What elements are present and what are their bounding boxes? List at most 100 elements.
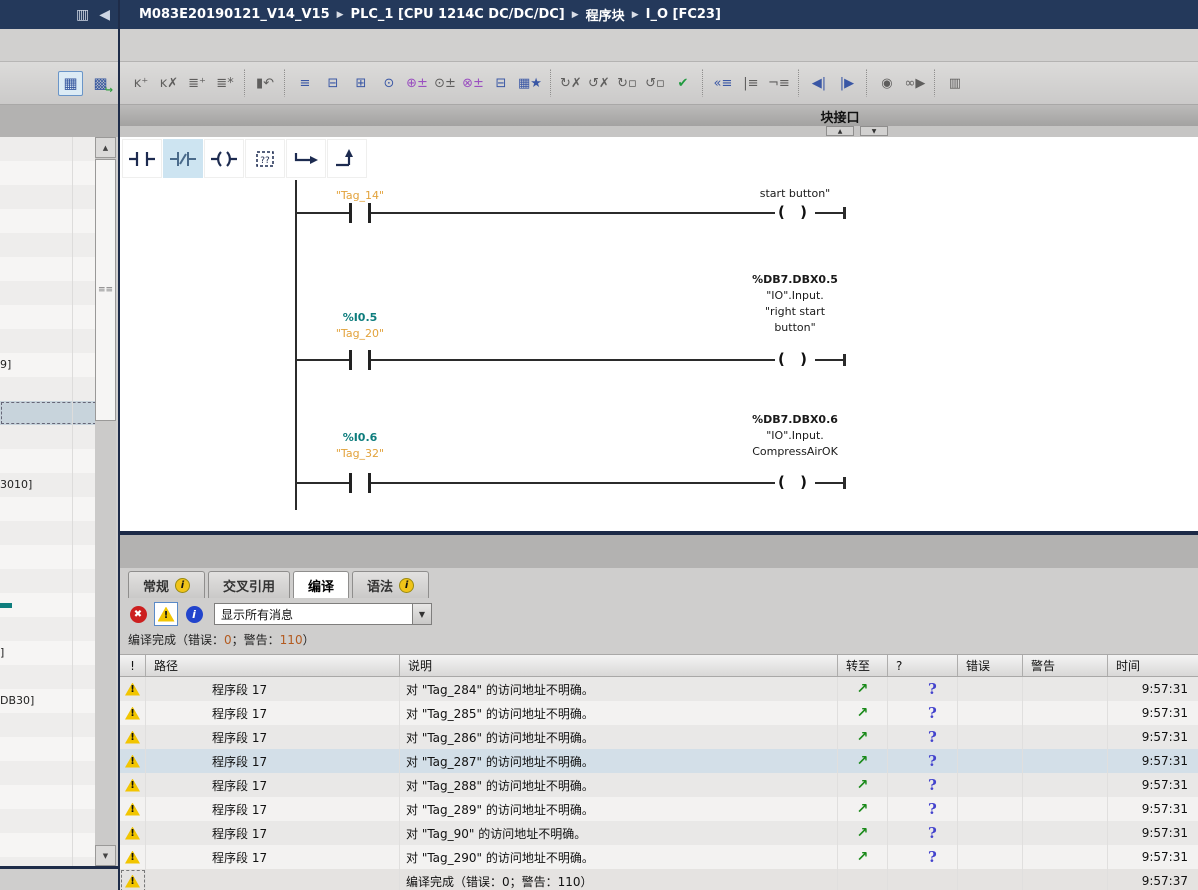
goto-arrow-icon[interactable]: ↗ [857,777,869,793]
nc-contact-icon[interactable] [163,139,203,178]
question-mark-icon[interactable]: ? [928,848,937,866]
message-row[interactable]: ! 编译完成（错误：0；警告：110） ↗ ? 9:57:37 [120,869,1198,890]
row-help-cell[interactable]: ? [888,701,958,725]
message-row[interactable]: ! 程序段 17 对 "Tag_288" 的访问地址不明确。 ↗ ? 9:57:… [120,773,1198,797]
coil-operand-label[interactable]: CompressAirOK [715,444,875,460]
toolbar-button[interactable]: ĸ⁺ [128,70,154,96]
tree-row[interactable] [0,569,97,593]
toolbar-button[interactable]: ⊙± [432,70,458,96]
toolbar-button[interactable] [934,69,936,97]
inspector-tab[interactable]: 交叉引用 [208,571,290,598]
coil-symbol[interactable]: ( ) [775,350,815,370]
tree-row[interactable] [0,497,97,521]
toolbar-button[interactable]: ĸ✗ [156,70,182,96]
toolbar-button[interactable]: ◀| [806,70,832,96]
row-goto-cell[interactable]: ↗ [838,869,888,890]
goto-arrow-icon[interactable]: ↗ [857,681,869,697]
goto-arrow-icon[interactable]: ↗ [857,705,869,721]
question-mark-icon[interactable]: ? [928,728,937,746]
contact-tag-label[interactable]: "Tag_14" [285,188,435,204]
toolbar-button[interactable]: ⊟ [488,70,514,96]
contact-tag-label[interactable]: "Tag_32" [285,446,435,462]
toolbar-button[interactable]: ⊟ [320,70,346,96]
tree-scrollbar[interactable]: ▲ ≡≡ ▼ [95,137,116,866]
toolbar-button[interactable]: ⊗± [460,70,486,96]
row-help-cell[interactable]: ? [888,677,958,701]
row-goto-cell[interactable]: ↗ [838,797,888,821]
tree-row[interactable] [0,833,97,857]
message-row[interactable]: ! 程序段 17 对 "Tag_286" 的访问地址不明确。 ↗ ? 9:57:… [120,725,1198,749]
tree-row[interactable] [0,161,97,185]
question-mark-icon[interactable]: ? [928,752,937,770]
tree-row[interactable] [0,257,97,281]
coil-address-label[interactable]: %DB7.DBX0.5 [715,272,875,288]
filter-info-button[interactable]: i [182,602,206,626]
toolbar-button[interactable]: «≡ [710,70,736,96]
row-help-cell[interactable]: ? [888,773,958,797]
inspector-tab[interactable]: 常规 i [128,571,205,598]
row-goto-cell[interactable]: ↗ [838,749,888,773]
tree-row[interactable] [0,449,97,473]
question-mark-icon[interactable]: ? [928,800,937,818]
scrollbar-thumb[interactable]: ≡≡ [95,159,116,421]
row-help-cell[interactable]: ? [888,749,958,773]
tree-row[interactable] [0,185,97,209]
contact-address-label[interactable]: %I0.6 [285,430,435,446]
message-row[interactable]: ! 程序段 17 对 "Tag_289" 的访问地址不明确。 ↗ ? 9:57:… [120,797,1198,821]
tree-row[interactable] [0,761,97,785]
toolbar-button[interactable]: ⊞ [348,70,374,96]
toolbar-button[interactable]: |▶ [834,70,860,96]
inspector-tab[interactable]: 语法 i [352,571,429,598]
coil-operand-label[interactable]: "right start [715,304,875,320]
toolbar-button[interactable]: ▮↶ [252,70,278,96]
question-mark-icon[interactable]: ? [928,704,937,722]
tree-row[interactable] [0,737,97,761]
contact-address-label[interactable]: %I0.5 [285,310,435,326]
breadcrumb-item[interactable]: ▶ 程序块 [572,5,625,24]
no-contact-icon[interactable] [122,139,162,178]
inspector-tab[interactable]: 编译 [293,571,349,598]
goto-arrow-icon[interactable]: ↗ [857,753,869,769]
tree-row[interactable]: DB30] [0,689,97,713]
goto-arrow-icon[interactable]: ↗ [857,849,869,865]
tree-row[interactable] [0,545,97,569]
breadcrumb-item[interactable]: ▶ I_O [FC23] [632,7,721,22]
row-help-cell[interactable]: ? [888,821,958,845]
scroll-up-button[interactable]: ▲ [95,137,116,158]
row-goto-cell[interactable]: ↗ [838,821,888,845]
interface-expand-down-button[interactable]: ▼ [860,126,888,136]
tree-row[interactable] [0,401,97,425]
tree-row[interactable] [0,377,97,401]
toolbar-button[interactable]: ≣⁺ [184,70,210,96]
message-row[interactable]: ! 程序段 17 对 "Tag_90" 的访问地址不明确。 ↗ ? 9:57:3… [120,821,1198,845]
toolbar-button[interactable] [798,69,800,97]
coil-symbol[interactable]: ( ) [775,473,815,493]
toolbar-button[interactable]: ¬≡ [766,70,792,96]
tree-row[interactable] [0,329,97,353]
breadcrumb-item[interactable]: M083E20190121_V14_V15 [132,7,330,22]
coil-address-label[interactable]: %DB7.DBX0.6 [715,412,875,428]
filter-errors-button[interactable]: ✖ [126,602,150,626]
goto-arrow-icon[interactable]: ↗ [857,801,869,817]
tree-row[interactable] [0,425,97,449]
row-goto-cell[interactable]: ↗ [838,773,888,797]
toolbar-button[interactable]: ⊙ [376,70,402,96]
row-goto-cell[interactable]: ↗ [838,677,888,701]
question-mark-icon[interactable]: ? [928,776,937,794]
row-goto-cell[interactable]: ↗ [838,845,888,869]
no-contact-symbol[interactable] [349,203,371,223]
goto-arrow-icon[interactable]: ↗ [857,825,869,841]
toolbar-button[interactable]: ◉ [874,70,900,96]
block-interface-bar[interactable]: 块接口 [120,105,1198,126]
toolbar-button[interactable] [284,69,286,97]
toolbar-button[interactable]: |≡ [738,70,764,96]
coil-operand-label[interactable]: "IO".Input. [715,288,875,304]
coil-symbol[interactable]: ( ) [775,203,815,223]
row-goto-cell[interactable]: ↗ [838,725,888,749]
row-help-cell[interactable]: ? [888,869,958,890]
dropdown-arrow-icon[interactable]: ▼ [412,604,431,624]
contact-tag-label[interactable]: "Tag_20" [285,326,435,342]
message-row[interactable]: ! 程序段 17 对 "Tag_284" 的访问地址不明确。 ↗ ? 9:57:… [120,677,1198,701]
tree-row[interactable] [0,137,97,161]
coil-operand-label[interactable]: "IO".Input. [715,428,875,444]
